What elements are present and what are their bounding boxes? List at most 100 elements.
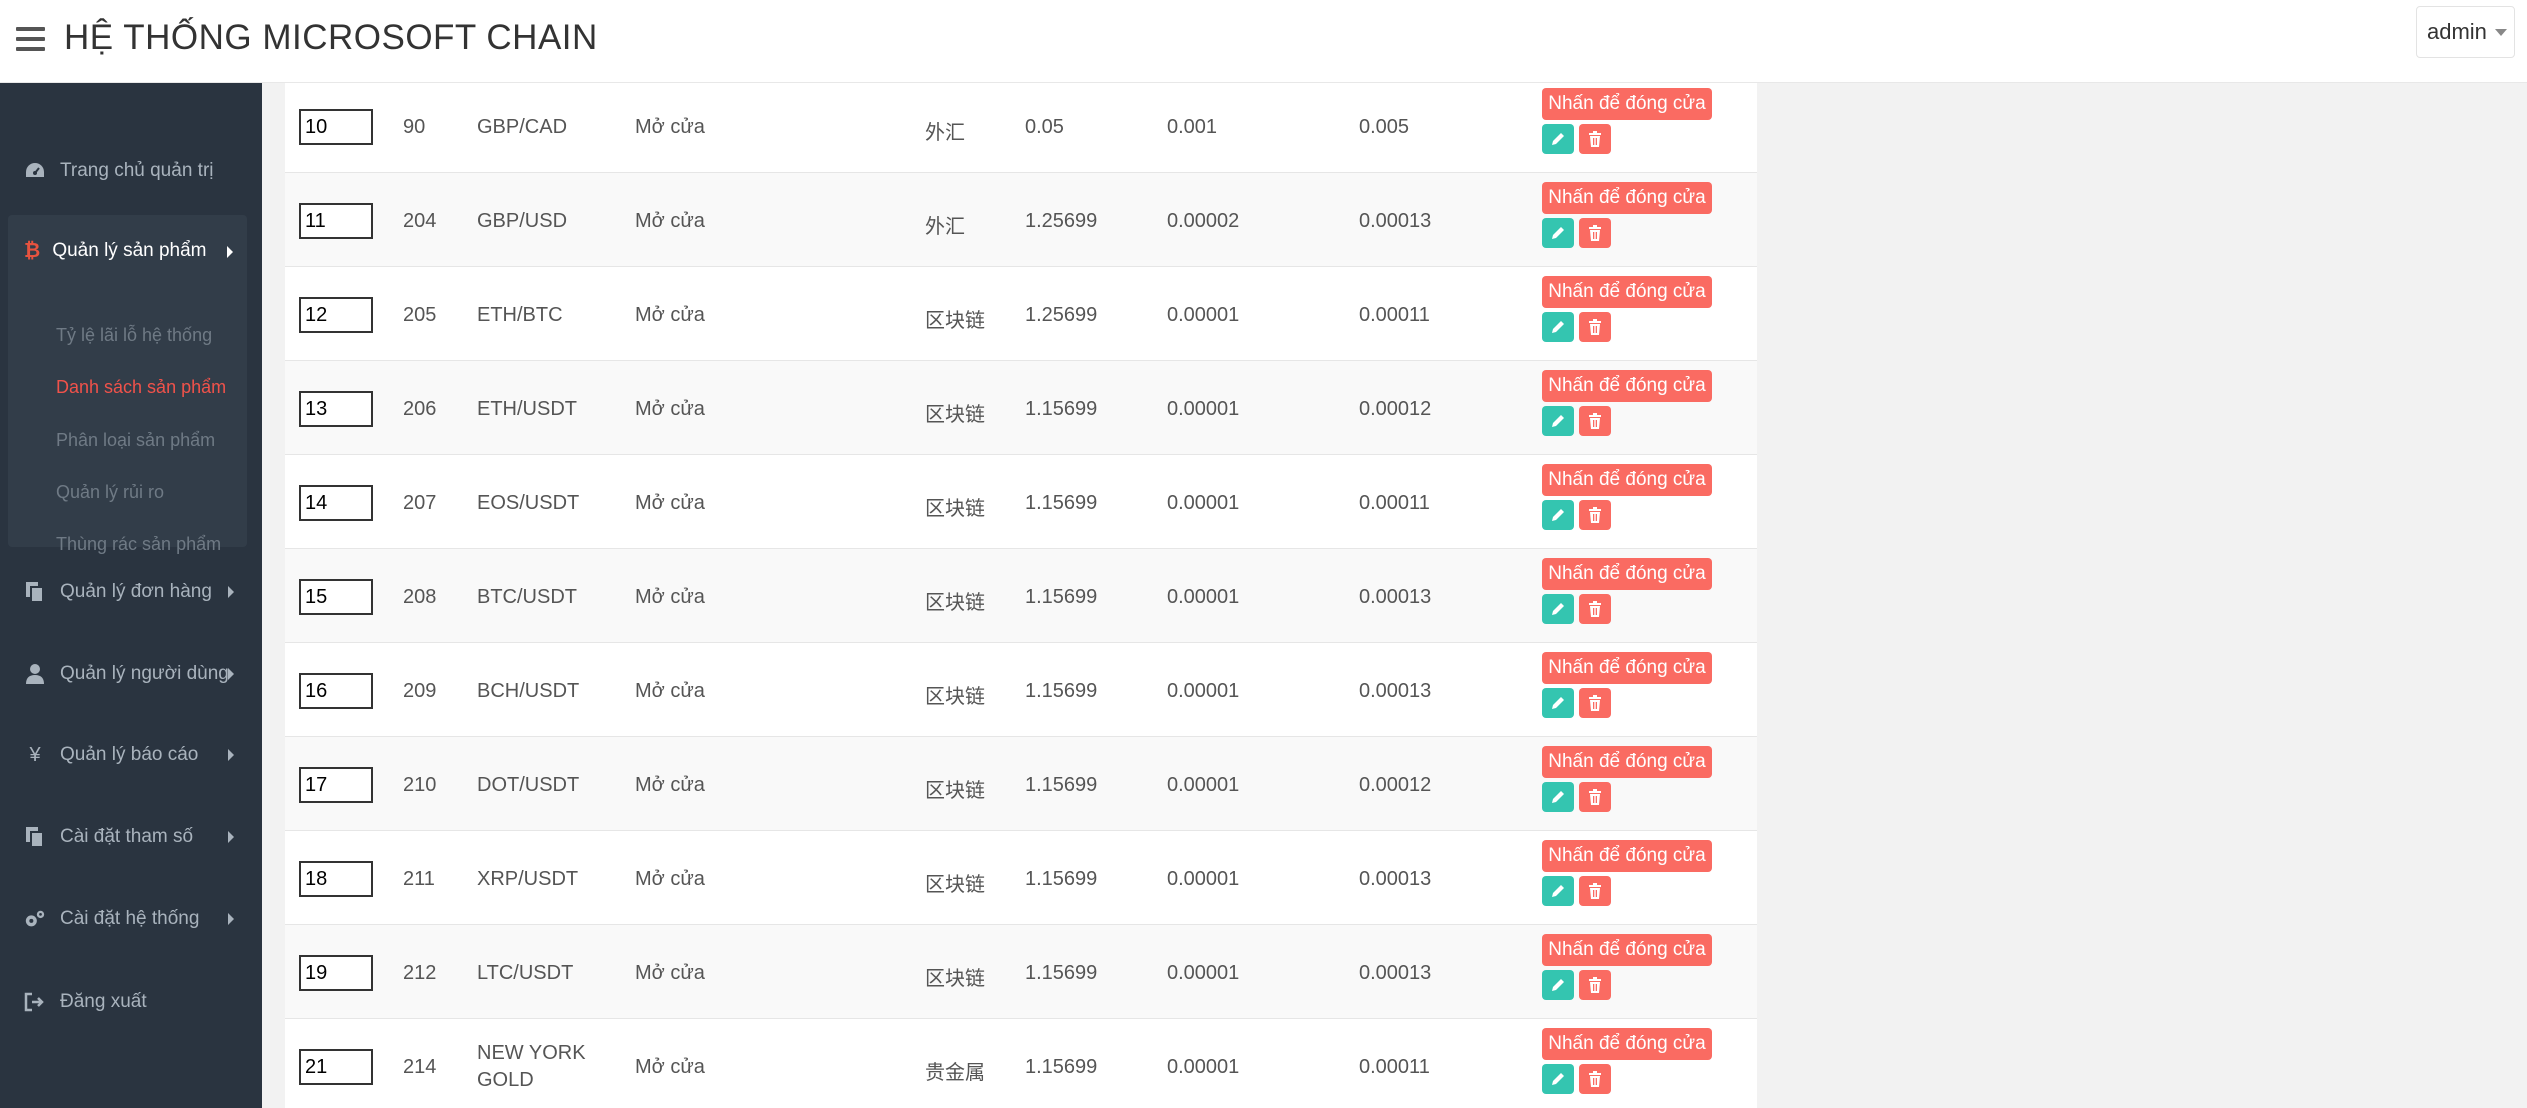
delete-button[interactable] [1579,1064,1611,1094]
hamburger-menu-icon[interactable] [16,27,45,51]
sidebar-item-products[interactable]: ₿ Quản lý sản phẩm [8,215,247,287]
product-status: Mở cửa [635,116,705,138]
product-status: Mở cửa [635,1056,705,1078]
edit-button[interactable] [1542,500,1574,530]
edit-button[interactable] [1542,782,1574,812]
close-market-button[interactable]: Nhấn để đóng cửa [1542,1028,1712,1060]
sidebar-item-label: Quản lý báo cáo [60,744,199,765]
delete-button[interactable] [1579,500,1611,530]
trash-icon [1588,789,1602,805]
sort-order-input[interactable] [299,673,373,709]
trash-icon [1588,413,1602,429]
close-market-button[interactable]: Nhấn để đóng cửa [1542,558,1712,590]
dashboard-icon [24,160,46,182]
product-name: GBP/USD [477,210,568,232]
copy-icon [24,826,46,848]
sidebar-item-logout[interactable]: Đăng xuất [0,972,262,1032]
sidebar-item-users[interactable]: Quản lý người dùng [0,644,262,704]
edit-button[interactable] [1542,594,1574,624]
product-id: 211 [403,868,435,890]
edit-button[interactable] [1542,124,1574,154]
delete-button[interactable] [1579,218,1611,248]
product-category: 贵金属 [925,1062,985,1084]
pencil-icon [1550,695,1566,711]
sort-order-input[interactable] [299,297,373,333]
table-row: 214 NEW YORK GOLD Mở cửa 贵金属 1.15699 0.00001 0… [285,1019,1757,1108]
sidebar-item-dashboard[interactable]: Trang chủ quản trị [0,141,262,201]
product-min-value: 0.00001 [1167,398,1240,420]
user-icon [24,663,46,685]
close-market-button[interactable]: Nhấn để đóng cửa [1542,88,1712,120]
pencil-icon [1550,413,1566,429]
delete-button[interactable] [1579,124,1611,154]
close-market-button[interactable]: Nhấn để đóng cửa [1542,840,1712,872]
close-market-button[interactable]: Nhấn để đóng cửa [1542,370,1712,402]
sidebar-item-reports[interactable]: ¥ Quản lý báo cáo [0,725,262,785]
product-min-value: 0.00001 [1167,586,1240,608]
close-market-button[interactable]: Nhấn để đóng cửa [1542,464,1712,496]
sort-order-input[interactable] [299,203,373,239]
sign-out-icon [24,991,46,1013]
close-market-button[interactable]: Nhấn để đóng cửa [1542,652,1712,684]
sort-order-input[interactable] [299,579,373,615]
edit-button[interactable] [1542,688,1574,718]
table-row: 204 GBP/USD Mở cửa 外汇 1.25699 0.00002 0.00013 N… [285,173,1757,267]
product-max-value: 0.00011 [1359,304,1430,326]
edit-button[interactable] [1542,970,1574,1000]
sidebar-group-products: ₿ Quản lý sản phẩm Tỷ lệ lãi lỗ hệ thống… [8,215,247,554]
product-name: ETH/USDT [477,398,577,420]
product-price: 1.15699 [1025,1056,1098,1078]
close-market-button[interactable]: Nhấn để đóng cửa [1542,182,1712,214]
edit-button[interactable] [1542,876,1574,906]
sort-order-input[interactable] [299,485,373,521]
edit-button[interactable] [1542,312,1574,342]
delete-button[interactable] [1579,688,1611,718]
sidebar-subitem-profit-ratio[interactable]: Tỷ lệ lãi lỗ hệ thống [56,325,212,346]
sidebar-item-system-settings[interactable]: Cài đặt hệ thống [0,889,262,949]
delete-button[interactable] [1579,406,1611,436]
sort-order-input[interactable] [299,109,373,145]
sidebar-subitem-product-list[interactable]: Danh sách sản phẩm [56,377,226,398]
product-category: 区块链 [925,404,985,426]
sort-order-input[interactable] [299,955,373,991]
product-price: 1.15699 [1025,586,1098,608]
delete-button[interactable] [1579,970,1611,1000]
sidebar-subitem-product-category[interactable]: Phân loại sản phẩm [56,430,215,451]
close-market-button[interactable]: Nhấn để đóng cửa [1542,276,1712,308]
product-category: 区块链 [925,310,985,332]
product-status: Mở cửa [635,304,705,326]
pencil-icon [1550,883,1566,899]
admin-user-dropdown[interactable]: admin [2416,6,2515,58]
product-id: 90 [403,116,426,138]
product-category: 区块链 [925,592,985,614]
edit-button[interactable] [1542,1064,1574,1094]
edit-button[interactable] [1542,406,1574,436]
sort-order-input[interactable] [299,391,373,427]
edit-button[interactable] [1542,218,1574,248]
pencil-icon [1550,1071,1566,1087]
trash-icon [1588,601,1602,617]
sort-order-input[interactable] [299,861,373,897]
chevron-right-icon [228,586,234,598]
delete-button[interactable] [1579,594,1611,624]
delete-button[interactable] [1579,782,1611,812]
sidebar-subitem-trash[interactable]: Thùng rác sản phẩm [56,534,221,555]
product-category: 外汇 [925,122,965,144]
product-name: BTC/USDT [477,586,577,608]
product-name: NEW YORK GOLD [477,1042,586,1091]
sort-order-input[interactable] [299,1049,373,1085]
pencil-icon [1550,131,1566,147]
sidebar-item-orders[interactable]: Quản lý đơn hàng [0,562,262,622]
delete-button[interactable] [1579,312,1611,342]
sidebar-item-parameters[interactable]: Cài đặt tham số [0,807,262,867]
chevron-right-icon [228,749,234,761]
sidebar-subitem-risk[interactable]: Quản lý rủi ro [56,482,164,503]
delete-button[interactable] [1579,876,1611,906]
product-id: 212 [403,962,437,984]
trash-icon [1588,1071,1602,1087]
trash-icon [1588,883,1602,899]
close-market-button[interactable]: Nhấn để đóng cửa [1542,746,1712,778]
product-id: 209 [403,680,437,702]
close-market-button[interactable]: Nhấn để đóng cửa [1542,934,1712,966]
sort-order-input[interactable] [299,767,373,803]
